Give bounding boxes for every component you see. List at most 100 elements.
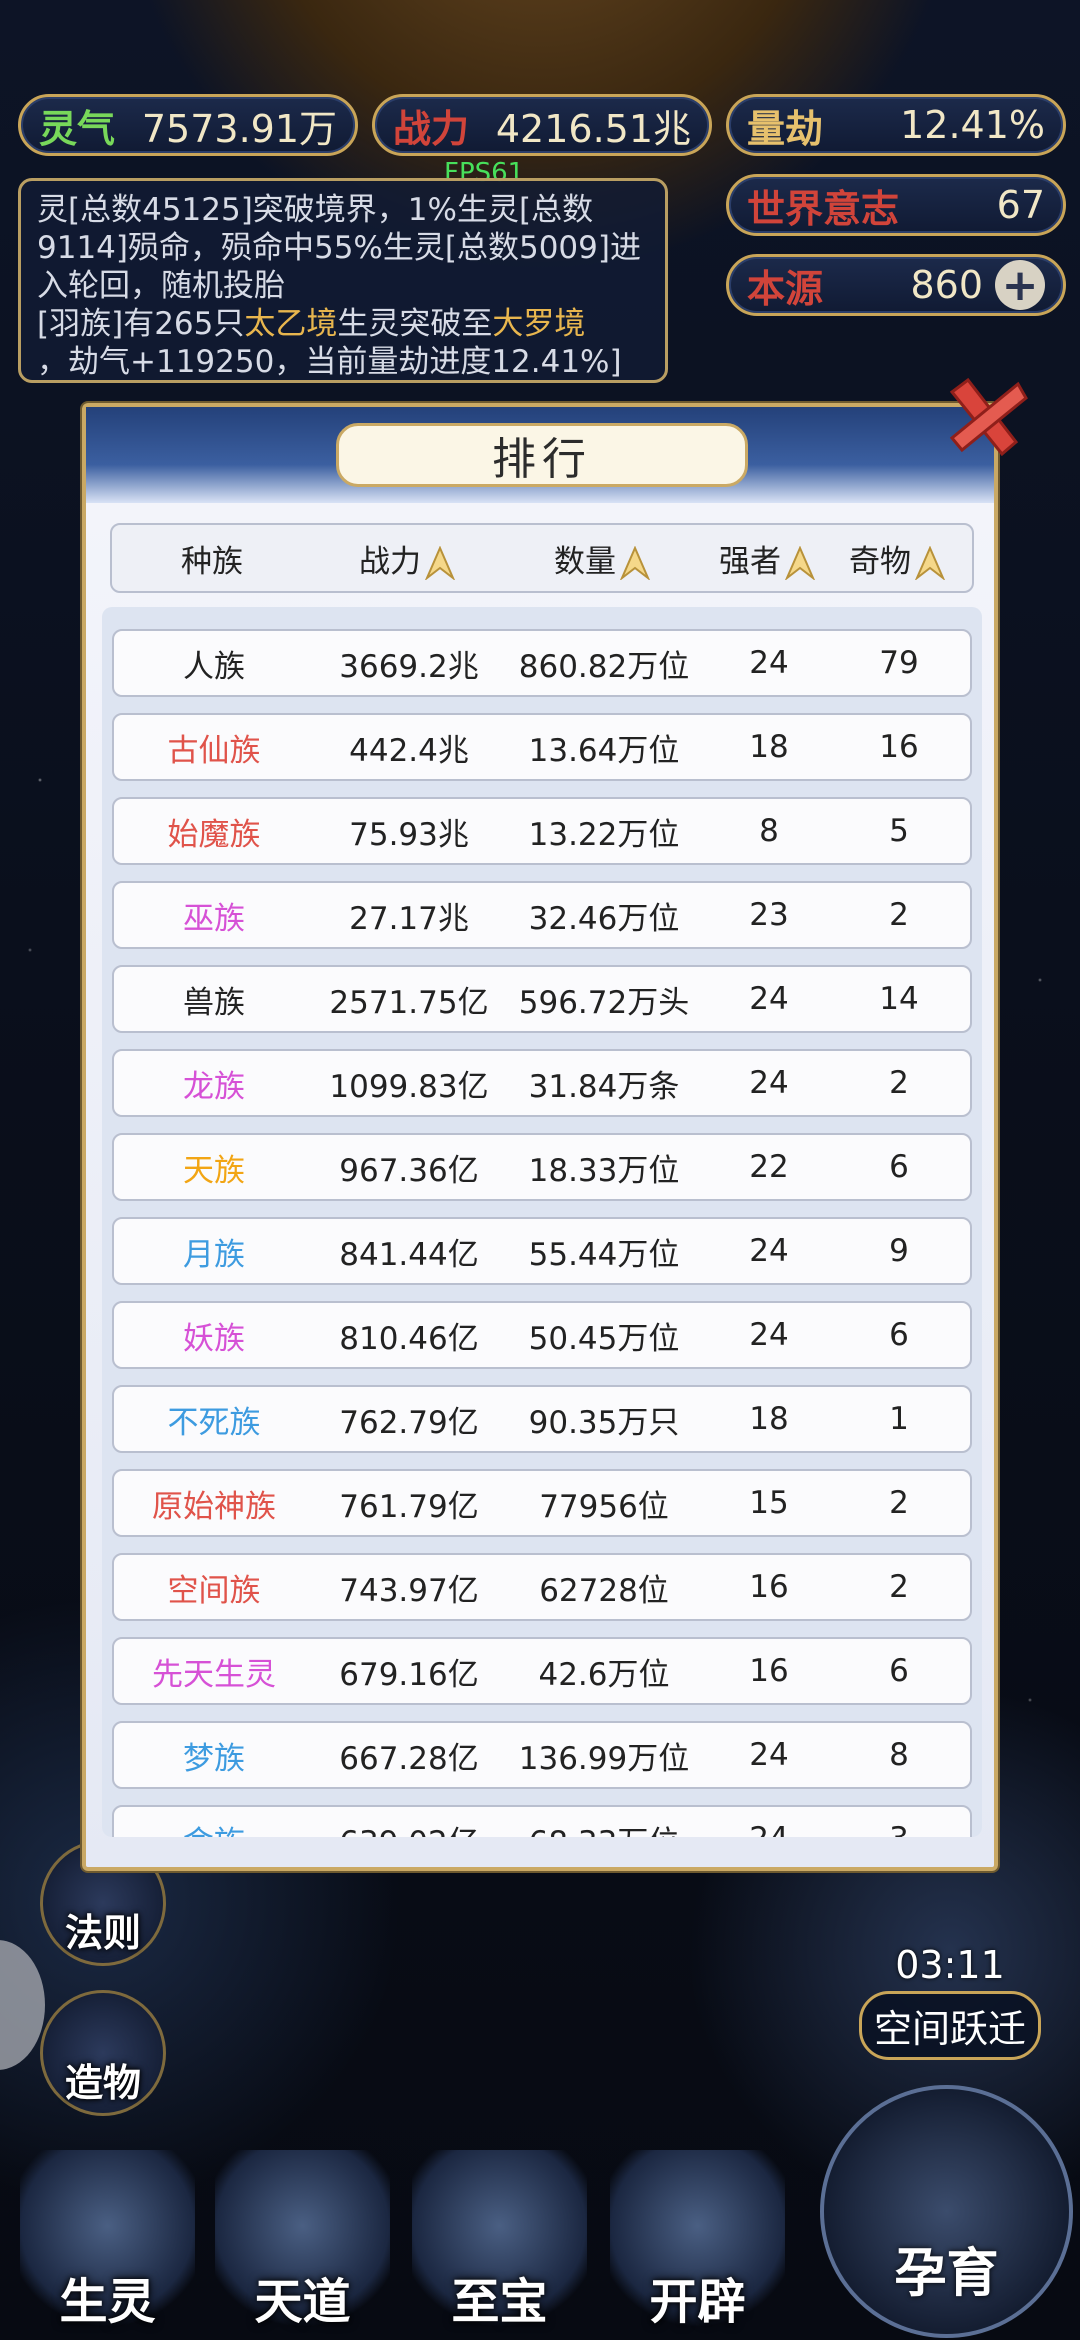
zhanli-label: 战力 xyxy=(393,105,470,151)
race-items: 2 xyxy=(889,1569,909,1605)
race-count: 55.44万位 xyxy=(528,1236,680,1273)
race-count: 136.99万位 xyxy=(518,1740,690,1777)
table-row[interactable]: 人族 3669.2兆 860.82万位 24 79 xyxy=(112,629,972,697)
table-row[interactable]: 命族639.02亿68.33万位243 xyxy=(112,1805,972,1837)
race-items: 6 xyxy=(889,1317,909,1353)
lingqi-stat: 灵气 7573.91万 xyxy=(18,94,358,156)
table-row[interactable]: 古仙族 442.4兆 13.64万位 18 16 xyxy=(112,713,972,781)
table-row[interactable]: 梦族 667.28亿 136.99万位 24 8 xyxy=(112,1721,972,1789)
race-strong: 24 xyxy=(704,1821,834,1837)
close-button[interactable] xyxy=(938,370,1030,462)
bottom-nav: 生灵 天道 至宝 开辟 xyxy=(0,2150,1080,2340)
table-row[interactable]: 月族 841.44亿 55.44万位 24 9 xyxy=(112,1217,972,1285)
race-count: 68.33万位 xyxy=(504,1817,704,1838)
nav-shengling[interactable]: 生灵 xyxy=(20,2150,195,2340)
race-name: 巫族 xyxy=(183,900,245,937)
race-strong: 15 xyxy=(749,1485,789,1521)
race-name: 梦族 xyxy=(183,1740,245,1777)
race-items: 8 xyxy=(889,1737,909,1773)
table-row[interactable]: 不死族 762.79亿 90.35万只 18 1 xyxy=(112,1385,972,1453)
space-jump-button[interactable]: 03:11 空间跃迁 xyxy=(840,1860,1060,2060)
sort-by-strong[interactable]: 强者 xyxy=(702,536,832,581)
lingqi-label: 灵气 xyxy=(39,105,116,151)
race-count: 31.84万条 xyxy=(528,1068,680,1105)
race-name: 始魔族 xyxy=(167,816,261,853)
log-line: 灵[总数45125]突破境界，1%生灵[总数9114]殒命，殒命中55%生灵[总… xyxy=(37,192,641,304)
race-name: 龙族 xyxy=(183,1068,245,1105)
race-strong: 24 xyxy=(749,981,789,1017)
race-count: 596.72万头 xyxy=(518,984,690,1021)
sort-arrow-icon xyxy=(620,546,650,580)
table-row[interactable]: 始魔族 75.93兆 13.22万位 8 5 xyxy=(112,797,972,865)
table-row[interactable]: 先天生灵 679.16亿 42.6万位 16 6 xyxy=(112,1637,972,1705)
sort-by-power[interactable]: 战力 xyxy=(312,536,502,581)
table-row[interactable]: 原始神族 761.79亿 77956位 15 2 xyxy=(112,1469,972,1537)
ranking-table-header: 种族 战力 数量 强者 奇物 xyxy=(110,523,974,593)
shijie-value: 67 xyxy=(996,183,1045,227)
sort-by-count[interactable]: 数量 xyxy=(502,536,702,581)
nav-zhibao[interactable]: 至宝 xyxy=(412,2150,587,2340)
race-power: 2571.75亿 xyxy=(329,984,489,1021)
race-count: 90.35万只 xyxy=(528,1404,680,1441)
race-items: 14 xyxy=(879,981,919,1017)
race-count: 42.6万位 xyxy=(538,1656,670,1693)
race-power: 667.28亿 xyxy=(339,1740,479,1777)
table-row[interactable]: 兽族 2571.75亿 596.72万头 24 14 xyxy=(112,965,972,1033)
race-power: 27.17兆 xyxy=(349,900,469,937)
table-row[interactable]: 妖族 810.46亿 50.45万位 24 6 xyxy=(112,1301,972,1369)
race-name: 先天生灵 xyxy=(152,1656,276,1693)
table-row[interactable]: 龙族 1099.83亿 31.84万条 24 2 xyxy=(112,1049,972,1117)
lingqi-value: 7573.91万 xyxy=(141,106,337,151)
side-menu-zaowu[interactable]: 造物 xyxy=(40,1990,166,2116)
race-strong: 18 xyxy=(749,729,789,765)
race-items: 3 xyxy=(834,1821,964,1837)
race-items: 6 xyxy=(889,1149,909,1185)
race-count: 860.82万位 xyxy=(518,648,690,685)
race-items: 16 xyxy=(879,729,919,765)
benyuan-stat: 本源 860 + xyxy=(726,254,1066,316)
race-power: 761.79亿 xyxy=(339,1488,479,1525)
log-line: [羽族]有265只太乙境生灵突破至大罗境 xyxy=(37,306,586,342)
race-power: 841.44亿 xyxy=(339,1236,479,1273)
ranking-list[interactable]: 人族 3669.2兆 860.82万位 24 79 古仙族 442.4兆 13.64万位 18 1… xyxy=(102,607,982,1837)
race-name: 命族 xyxy=(114,1817,314,1838)
zhanli-value: 4216.51兆 xyxy=(495,106,691,151)
race-strong: 24 xyxy=(749,1737,789,1773)
race-strong: 8 xyxy=(759,813,779,849)
sort-arrow-icon xyxy=(915,546,945,580)
race-strong: 22 xyxy=(749,1149,789,1185)
race-count: 13.64万位 xyxy=(528,732,680,769)
table-row[interactable]: 空间族 743.97亿 62728位 16 2 xyxy=(112,1553,972,1621)
race-items: 1 xyxy=(889,1401,909,1437)
race-power: 3669.2兆 xyxy=(339,648,479,685)
race-power: 639.02亿 xyxy=(314,1817,504,1838)
add-benyuan-button[interactable]: + xyxy=(995,260,1045,311)
sort-by-items[interactable]: 奇物 xyxy=(832,536,962,581)
log-line: ，劫气+119250，当前量劫进度12.41%] xyxy=(37,344,622,380)
race-count: 77956位 xyxy=(539,1488,669,1525)
race-power: 1099.83亿 xyxy=(329,1068,489,1105)
race-count: 32.46万位 xyxy=(528,900,680,937)
race-power: 679.16亿 xyxy=(339,1656,479,1693)
zhanli-stat: 战力 4216.51兆 xyxy=(372,94,712,156)
race-power: 75.93兆 xyxy=(349,816,469,853)
close-icon xyxy=(949,377,1028,457)
race-items: 6 xyxy=(889,1653,909,1689)
race-strong: 24 xyxy=(749,645,789,681)
race-count: 50.45万位 xyxy=(528,1320,680,1357)
nav-tiandao[interactable]: 天道 xyxy=(215,2150,390,2340)
benyuan-value: 860 xyxy=(910,263,983,307)
sort-arrow-icon xyxy=(785,546,815,580)
nav-kaipi[interactable]: 开辟 xyxy=(610,2150,785,2340)
liangjie-stat: 量劫 12.41% xyxy=(726,94,1066,156)
panel-title: 排行 xyxy=(336,423,748,487)
race-items: 9 xyxy=(889,1233,909,1269)
race-count: 18.33万位 xyxy=(528,1152,680,1189)
race-power: 810.46亿 xyxy=(339,1320,479,1357)
race-name: 不死族 xyxy=(167,1404,261,1441)
race-strong: 16 xyxy=(749,1653,789,1689)
race-power: 967.36亿 xyxy=(339,1152,479,1189)
table-row[interactable]: 巫族 27.17兆 32.46万位 23 2 xyxy=(112,881,972,949)
table-row[interactable]: 天族 967.36亿 18.33万位 22 6 xyxy=(112,1133,972,1201)
header-race: 种族 xyxy=(181,543,243,580)
